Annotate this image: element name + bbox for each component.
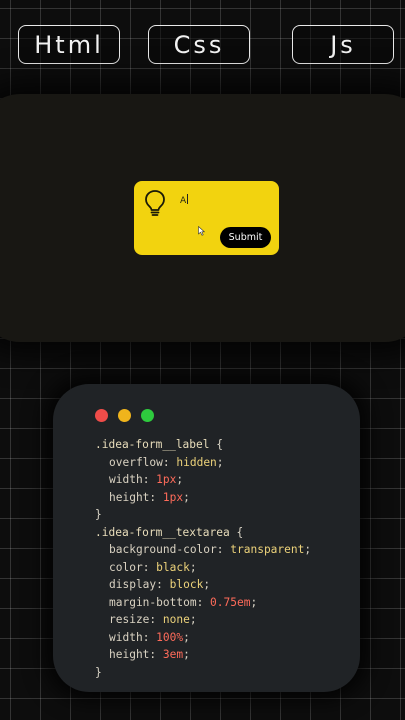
code-colon: : <box>149 648 163 661</box>
code-semicolon: ; <box>216 455 224 469</box>
code-semicolon: ; <box>183 630 190 644</box>
idea-text: A <box>180 196 187 206</box>
tab-js[interactable]: Js <box>292 25 394 64</box>
code-line: } <box>95 664 311 682</box>
code-semicolon: ; <box>189 560 197 574</box>
code-line: display: block; <box>95 576 311 594</box>
code-property: margin-bottom <box>109 595 197 609</box>
maximize-window-dot[interactable] <box>141 409 154 422</box>
code-block: .idea-form__label {overflow: hidden; widt… <box>95 436 311 681</box>
code-line: width: 1px; <box>95 471 311 489</box>
idea-textarea[interactable]: A <box>180 194 189 206</box>
code-colon: : <box>142 630 157 644</box>
code-line: width: 100%; <box>95 629 311 647</box>
tab-html[interactable]: Html <box>18 25 120 64</box>
code-brace: } <box>95 508 102 521</box>
code-value: block <box>169 578 204 591</box>
code-line: overflow: hidden; <box>95 454 311 472</box>
code-property: background-color <box>109 543 217 556</box>
code-colon: : <box>216 543 231 556</box>
code-selector: .idea-form__label <box>95 438 210 451</box>
code-colon: : <box>149 490 163 504</box>
lightbulb-icon <box>145 190 165 216</box>
code-value: 1px <box>162 490 184 504</box>
code-value: transparent <box>230 543 305 556</box>
code-colon: : <box>162 455 177 469</box>
tab-css[interactable]: Css <box>148 25 250 64</box>
code-colon: : <box>196 595 211 609</box>
code-property: height <box>109 648 150 661</box>
code-property: resize <box>109 613 150 626</box>
code-value: 3em <box>162 648 184 661</box>
code-colon: : <box>142 473 157 486</box>
mouse-cursor-icon <box>198 226 205 236</box>
code-value: 1px <box>156 473 177 486</box>
code-value: none <box>162 613 190 626</box>
code-value: black <box>156 560 190 574</box>
text-caret <box>187 194 189 204</box>
code-line: height: 3em; <box>95 646 311 664</box>
code-line: margin-bottom: 0.75em; <box>95 594 311 612</box>
code-property: width <box>109 630 143 644</box>
code-semicolon: ; <box>304 543 312 556</box>
code-semicolon: ; <box>189 613 197 626</box>
code-semicolon: ; <box>183 648 190 661</box>
code-colon: : <box>142 560 157 574</box>
code-selector: .idea-form__textarea <box>95 525 230 539</box>
code-line: resize: none; <box>95 611 311 629</box>
code-value: 0.75em <box>210 595 251 609</box>
code-property: display <box>109 578 157 591</box>
code-semicolon: ; <box>176 473 184 486</box>
code-semicolon: ; <box>250 595 258 609</box>
code-window: .idea-form__label {overflow: hidden; widt… <box>53 384 360 692</box>
code-value: 100% <box>156 630 184 644</box>
submit-button[interactable]: Submit <box>220 227 271 248</box>
code-property: color <box>109 560 143 574</box>
code-colon: : <box>149 613 163 626</box>
code-brace: { <box>229 525 244 539</box>
code-brace: { <box>209 438 223 451</box>
code-value: hidden <box>176 455 217 469</box>
code-semicolon: ; <box>183 490 190 504</box>
code-property: width <box>109 473 143 486</box>
code-line: height: 1px; <box>95 489 311 507</box>
minimize-window-dot[interactable] <box>118 409 131 422</box>
code-colon: : <box>156 578 170 591</box>
code-line: } <box>95 506 311 524</box>
code-line: .idea-form__textarea { <box>95 524 311 542</box>
close-window-dot[interactable] <box>95 409 108 422</box>
code-line: .idea-form__label { <box>95 436 311 454</box>
code-semicolon: ; <box>203 578 211 591</box>
code-line: background-color: transparent; <box>95 541 311 559</box>
code-property: height <box>109 490 150 504</box>
idea-form: A Submit <box>134 181 279 255</box>
code-property: overflow <box>109 455 163 469</box>
code-brace: } <box>95 665 102 679</box>
code-line: color: black; <box>95 559 311 577</box>
